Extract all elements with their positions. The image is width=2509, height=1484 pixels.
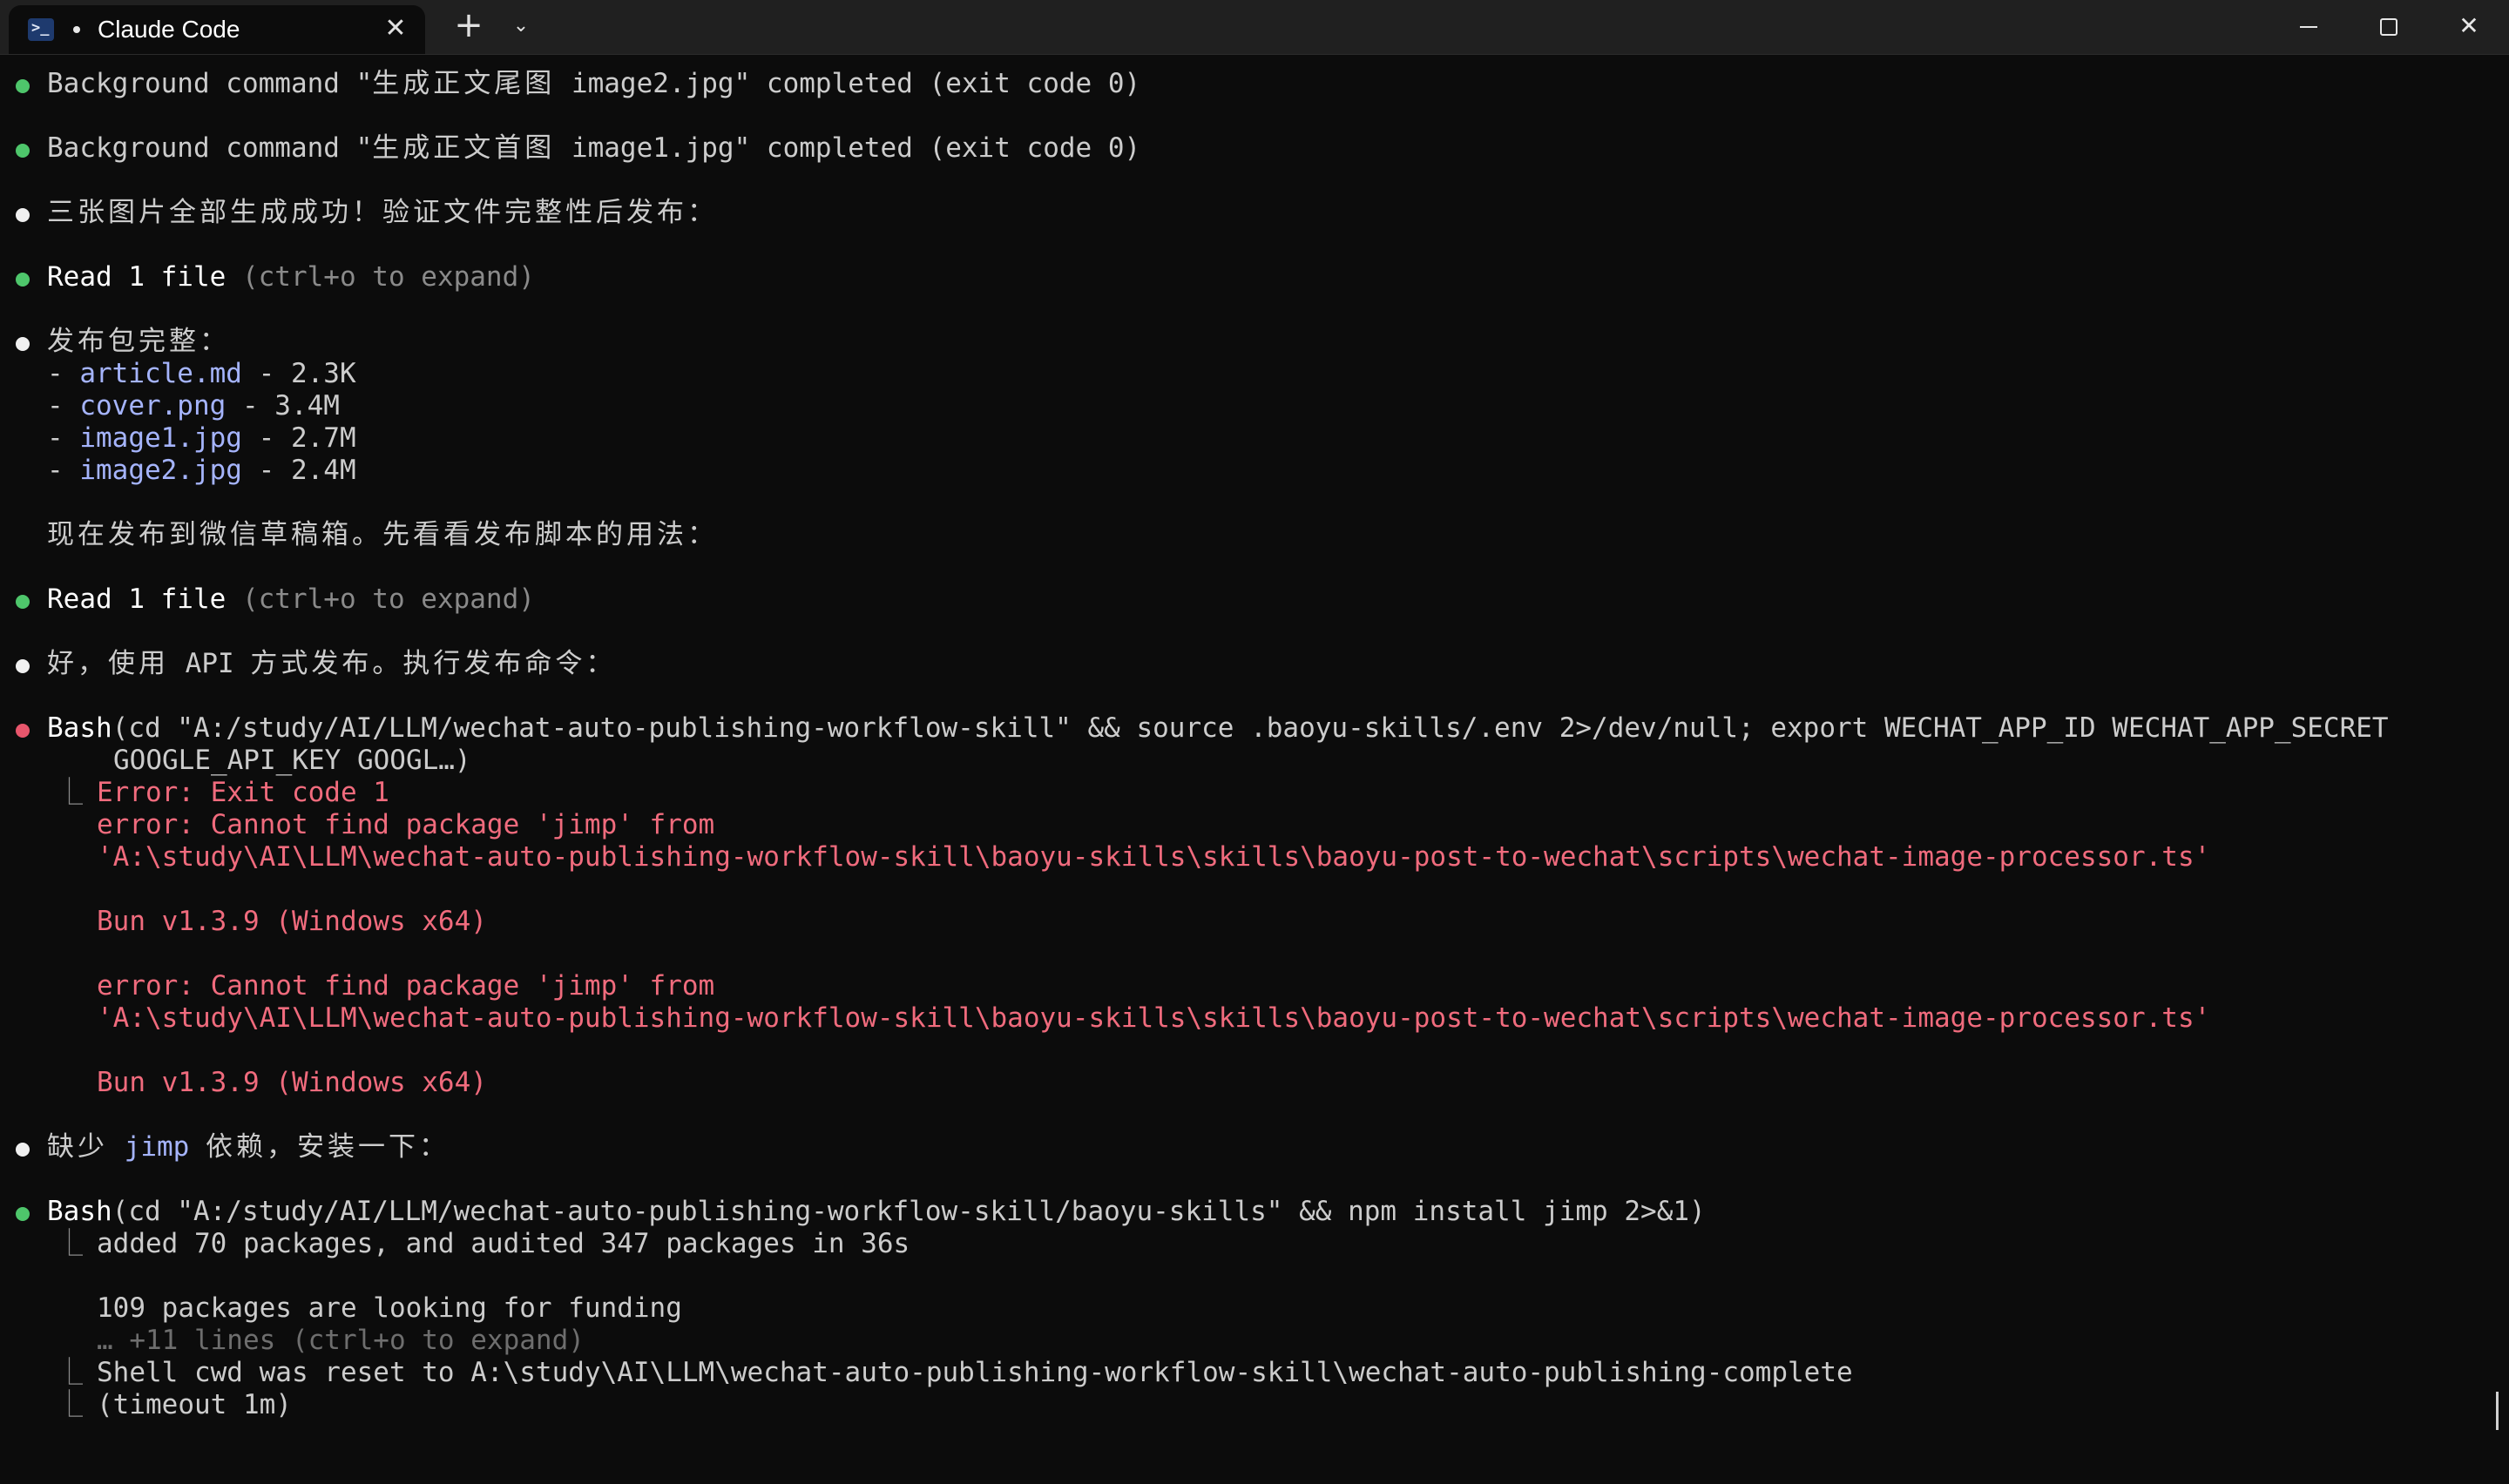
tab-claude-code[interactable]: Claude Code ✕ — [9, 5, 425, 54]
tree-connector: ⎿ — [56, 777, 83, 808]
message-line: 三张图片全部生成成功！验证文件完整性后发布： — [47, 197, 718, 228]
output-line: added 70 packages, and audited 347 packa… — [97, 1228, 910, 1259]
bash-command-line: Bash(cd "A:/study/AI/LLM/wechat-auto-pub… — [47, 712, 2389, 744]
error-line: Error: Exit code 1 — [97, 777, 389, 808]
close-window-button[interactable]: ✕ — [2429, 0, 2509, 54]
error-line: Bun v1.3.9 (Windows x64) — [97, 906, 487, 937]
output-line: Shell cwd was reset to A:\study\AI\LLM\w… — [97, 1357, 1853, 1388]
output-line: Background command "生成正文首图 image1.jpg" c… — [47, 132, 1141, 164]
tab-close-icon[interactable]: ✕ — [382, 16, 409, 44]
output-line: 109 packages are looking for funding — [97, 1292, 682, 1324]
status-dot-icon — [16, 79, 30, 93]
error-line: Bun v1.3.9 (Windows x64) — [97, 1067, 487, 1098]
message-dot-icon — [16, 659, 30, 673]
error-line: 'A:\study\AI\LLM\wechat-auto-publishing-… — [97, 841, 2211, 873]
error-dot-icon — [16, 724, 30, 738]
new-tab-button[interactable]: + — [450, 7, 488, 45]
expand-hint[interactable]: … +11 lines (ctrl+o to expand) — [97, 1325, 585, 1357]
powershell-icon — [28, 18, 54, 41]
status-dot-icon — [16, 144, 30, 158]
status-dot-icon — [16, 1207, 30, 1221]
message-line: 发布包完整： — [47, 326, 230, 357]
file-item: - cover.png - 3.4M — [47, 390, 340, 422]
tool-line: Read 1 file (ctrl+o to expand) — [47, 583, 535, 615]
tab-title: Claude Code — [98, 16, 240, 43]
message-dot-icon — [16, 1143, 30, 1157]
status-dot-icon — [16, 595, 30, 609]
restore-icon — [2380, 18, 2397, 36]
message-line: 现在发布到微信草稿箱。先看看发布脚本的用法： — [47, 519, 718, 550]
file-item: - image1.jpg - 2.7M — [47, 422, 356, 454]
output-line: Background command "生成正文尾图 image2.jpg" c… — [47, 68, 1141, 99]
bash-command-continued: GOOGLE_API_KEY GOOGL…) — [113, 745, 471, 776]
error-line: error: Cannot find package 'jimp' from — [97, 809, 715, 840]
terminal-output[interactable]: Background command "生成正文尾图 image2.jpg" c… — [0, 54, 2509, 1484]
minimize-icon — [2300, 26, 2317, 28]
tab-dropdown-button[interactable]: ⌄ — [504, 9, 538, 44]
message-line: 缺少 jimp 依赖，安装一下： — [47, 1131, 450, 1163]
file-item: - article.md - 2.3K — [47, 358, 356, 389]
tool-line: Read 1 file (ctrl+o to expand) — [47, 261, 535, 293]
status-dot-icon — [16, 273, 30, 287]
message-line: 好，使用 API 方式发布。执行发布命令： — [47, 648, 617, 679]
tree-connector: ⎿ — [56, 1228, 83, 1259]
maximize-button[interactable] — [2349, 0, 2429, 54]
tree-connector: ⎿ — [56, 1357, 83, 1388]
error-line: error: Cannot find package 'jimp' from — [97, 970, 715, 1002]
message-dot-icon — [16, 337, 30, 351]
tree-connector: ⎿ — [56, 1389, 83, 1420]
scrollbar-thumb[interactable] — [2496, 1392, 2499, 1430]
title-bar: Claude Code ✕ + ⌄ ✕ — [0, 0, 2509, 55]
activity-dot-icon — [73, 26, 80, 33]
file-item: - image2.jpg - 2.4M — [47, 455, 356, 486]
output-line: (timeout 1m) — [97, 1389, 292, 1420]
message-dot-icon — [16, 208, 30, 222]
bash-command-line: Bash(cd "A:/study/AI/LLM/wechat-auto-pub… — [47, 1196, 1706, 1227]
minimize-button[interactable] — [2269, 0, 2349, 54]
error-line: 'A:\study\AI\LLM\wechat-auto-publishing-… — [97, 1002, 2211, 1034]
